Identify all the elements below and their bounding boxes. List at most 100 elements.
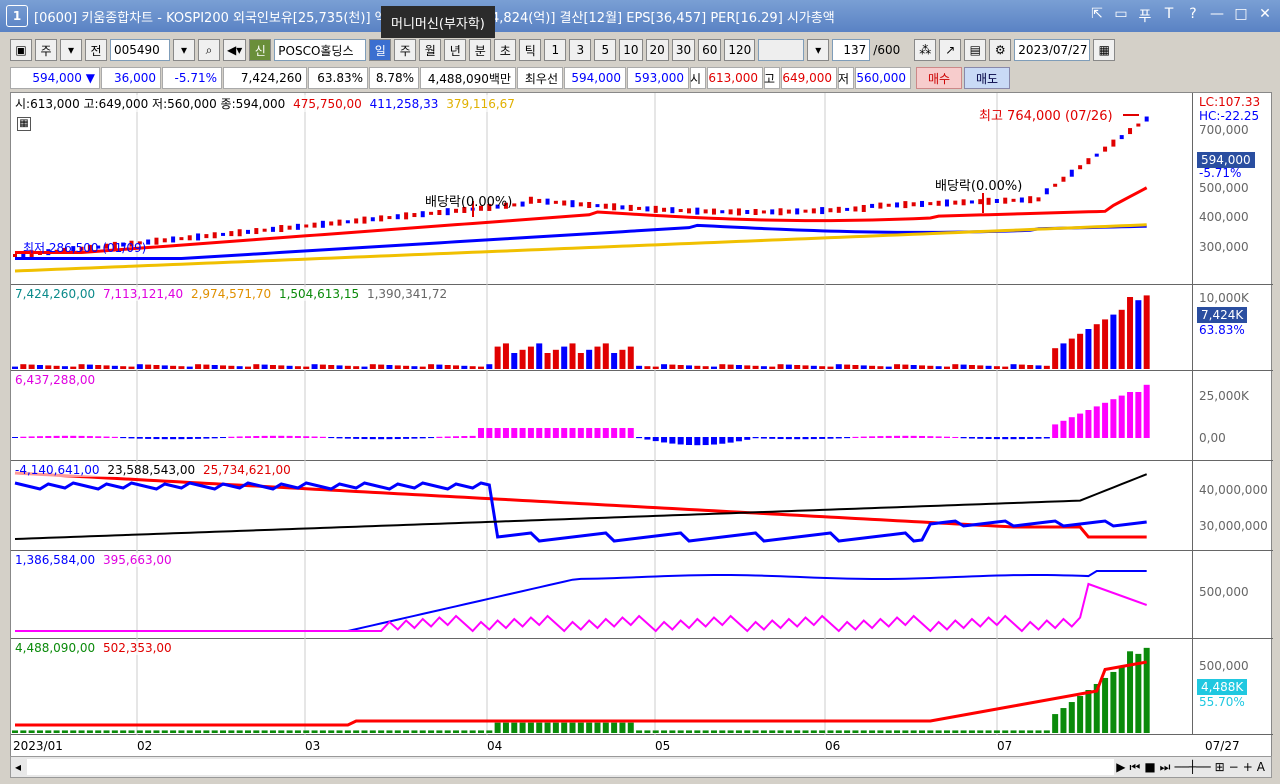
calendar-icon[interactable]: ▦ <box>1093 39 1116 61</box>
osc-bar <box>652 437 659 442</box>
count-input[interactable]: 137 <box>832 39 871 61</box>
close-icon[interactable]: ✕ <box>1256 6 1274 26</box>
ytick-700k: 700,000 <box>1199 123 1249 137</box>
volume-pane[interactable]: 7,424,260,00 7,113,121,40 2,974,571,70 1… <box>11 285 1273 371</box>
amount-bar <box>552 722 559 733</box>
institution-pane[interactable]: 1,386,584,00 395,663,00 500,000 <box>11 551 1273 639</box>
zoom-slider[interactable]: ──┼── <box>1174 760 1210 775</box>
scroll-left-icon[interactable]: ◂ <box>11 760 25 774</box>
tab-month[interactable]: 월 <box>419 39 442 61</box>
amount-bar <box>935 730 942 733</box>
tab-minute[interactable]: 분 <box>469 39 492 61</box>
amount-bar <box>486 730 493 733</box>
tab-tick[interactable]: 틱 <box>519 39 542 61</box>
osc-bar <box>211 437 218 439</box>
window-number[interactable]: 1 <box>6 5 28 27</box>
interval-120[interactable]: 120 <box>724 39 756 61</box>
restore-icon[interactable]: ▭ <box>1112 6 1130 26</box>
play-icon[interactable]: ▶ <box>1116 760 1125 775</box>
amount-bar <box>860 730 867 733</box>
volume-bar <box>661 364 668 369</box>
compare-icon[interactable]: ⊞ <box>1215 760 1225 775</box>
ma2-legend: 411,258,33 <box>369 97 439 111</box>
font-icon[interactable]: A <box>1257 760 1265 775</box>
interval-10[interactable]: 10 <box>619 39 643 61</box>
help-icon[interactable]: ? <box>1184 6 1202 26</box>
search-icon[interactable]: ⌕ <box>198 39 220 61</box>
chart-area[interactable]: 시:613,000 고:649,000 저:560,000 종:594,000 … <box>10 92 1273 758</box>
save-icon[interactable]: ▤ <box>964 39 987 61</box>
tab-year[interactable]: 년 <box>444 39 467 61</box>
stop-icon[interactable]: ■ <box>1144 760 1155 775</box>
amount-plot[interactable] <box>11 639 1193 735</box>
forward-icon[interactable]: ⏭ <box>1160 760 1171 775</box>
prev-button[interactable]: 전 <box>85 39 107 61</box>
price-pane[interactable]: 시:613,000 고:649,000 저:560,000 종:594,000 … <box>11 93 1273 285</box>
period-select[interactable]: 주 <box>35 39 57 61</box>
oscillator-pane[interactable]: 6,437,288,00 25,000K 0,00 <box>11 371 1273 461</box>
code-input[interactable]: 005490 <box>110 39 170 61</box>
text-icon[interactable]: T <box>1160 6 1178 26</box>
amount-bar <box>844 730 851 733</box>
interval-1[interactable]: 1 <box>544 39 567 61</box>
osc-bar <box>203 437 210 439</box>
grid-icon[interactable]: ▦ <box>17 117 31 131</box>
candle <box>553 200 558 204</box>
zoom-in-icon[interactable]: + <box>1243 760 1253 775</box>
detach-icon[interactable]: ⇱ <box>1088 6 1106 26</box>
new-button[interactable]: 신 <box>249 39 272 61</box>
candle <box>753 208 758 215</box>
interval-5[interactable]: 5 <box>594 39 617 61</box>
volume-bar <box>1077 333 1084 369</box>
code-dropdown-icon[interactable]: ▾ <box>173 39 195 61</box>
oscillator-plot[interactable] <box>11 371 1193 461</box>
stock-name-field[interactable]: POSCO홀딩스 <box>274 39 367 61</box>
interval-60[interactable]: 60 <box>698 39 722 61</box>
candle <box>379 215 384 222</box>
volume-bar <box>1102 319 1109 369</box>
amount-bar <box>752 730 759 733</box>
amount-bar <box>386 730 393 733</box>
interval-3[interactable]: 3 <box>569 39 592 61</box>
custom-interval-input[interactable] <box>758 39 805 61</box>
candle <box>437 210 442 216</box>
pin-icon[interactable]: 푸 <box>1136 6 1154 26</box>
chevron-down-icon[interactable]: ▾ <box>60 39 82 61</box>
osc-bar <box>860 436 867 438</box>
rewind-icon[interactable]: ⏮ <box>1130 760 1141 775</box>
layout-icon[interactable]: ▣ <box>10 39 32 61</box>
vol-ytick: 10,000K <box>1199 291 1249 305</box>
osc-bar <box>303 436 310 438</box>
interval-30[interactable]: 30 <box>671 39 696 61</box>
candle <box>1111 139 1116 147</box>
amount-bar <box>1035 730 1042 733</box>
interval-20[interactable]: 20 <box>645 39 669 61</box>
tools-icon[interactable]: ⁂ <box>914 39 937 61</box>
amount-bar <box>735 730 742 733</box>
tab-second[interactable]: 초 <box>494 39 517 61</box>
volume-bar <box>669 364 676 369</box>
holdings-pane[interactable]: -4,140,641,00 23,588,543,00 25,734,621,0… <box>11 461 1273 551</box>
sell-button[interactable]: 매도 <box>964 67 1010 89</box>
vol-legend-4: 1,504,613,15 <box>278 287 360 301</box>
volume-bar <box>319 364 326 369</box>
scroll-track[interactable] <box>27 759 1115 775</box>
tab-day[interactable]: 일 <box>369 39 392 61</box>
tab-week[interactable]: 주 <box>394 39 417 61</box>
gear-icon[interactable]: ⚙ <box>989 39 1012 61</box>
date-input[interactable]: 2023/07/27 <box>1014 39 1091 61</box>
candle <box>969 200 974 204</box>
maximize-icon[interactable]: □ <box>1232 6 1250 26</box>
interval-dropdown-icon[interactable]: ▾ <box>807 39 830 61</box>
chart-scrollbar[interactable]: ◂ ▶ ⏮ ■ ⏭ ──┼── ⊞ − + A <box>10 756 1272 778</box>
amount-pane[interactable]: 4,488,090,00 502,353,00 500,000 4,488K 5… <box>11 639 1273 735</box>
buy-button[interactable]: 매수 <box>916 67 962 89</box>
minimize-icon[interactable]: — <box>1208 6 1226 26</box>
zoom-out-icon[interactable]: − <box>1229 760 1239 775</box>
speaker-icon[interactable]: ◀▾ <box>223 39 247 61</box>
volume-bar <box>719 364 726 369</box>
draw-icon[interactable]: ↗ <box>939 39 962 61</box>
institution-plot[interactable] <box>11 551 1193 639</box>
candle <box>545 198 550 205</box>
osc-bar <box>710 437 717 445</box>
